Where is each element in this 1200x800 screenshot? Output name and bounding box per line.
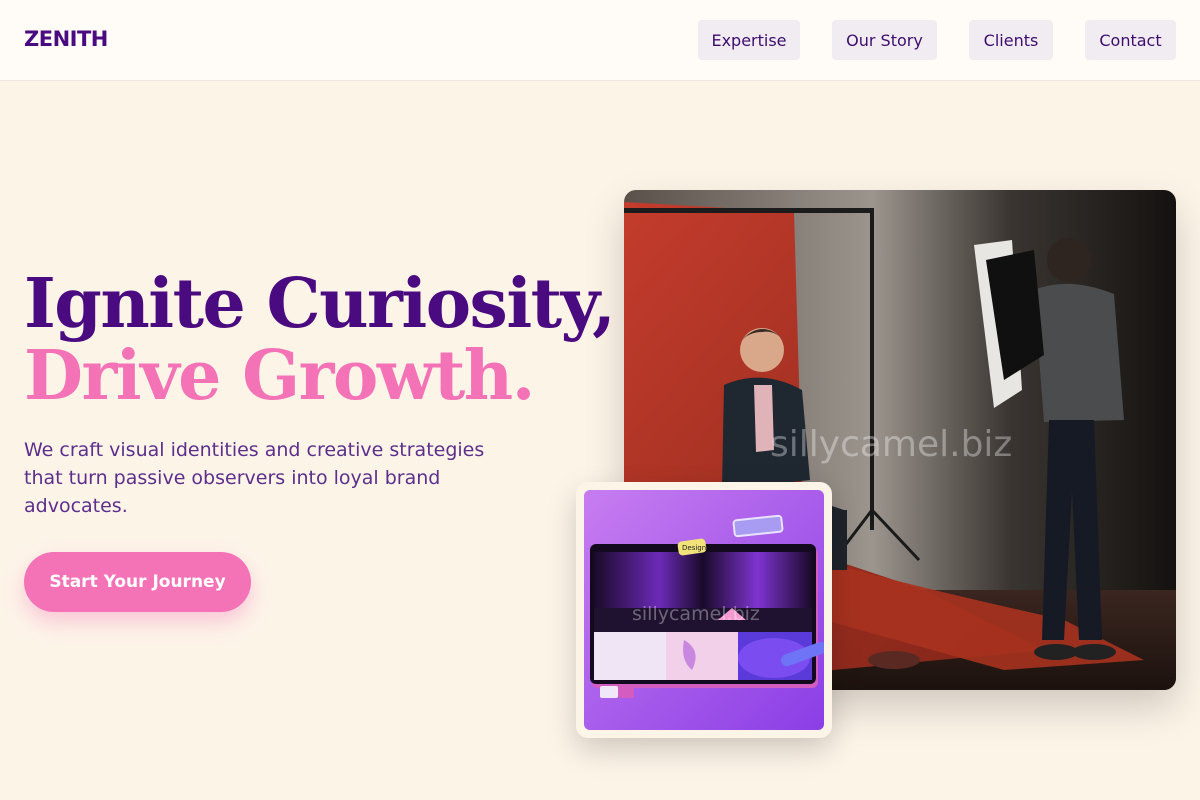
- site-header: ZENITH Expertise Our Story Clients Conta…: [0, 0, 1200, 81]
- hero-title-line2: Drive Growth.: [24, 336, 535, 416]
- brand-logo[interactable]: ZENITH: [24, 27, 108, 51]
- hero-subtitle: We craft visual identities and creative …: [24, 439, 485, 517]
- hero-title: Ignite Curiosity, Drive Growth.: [24, 264, 616, 416]
- nav-expertise-button[interactable]: Expertise: [698, 20, 800, 60]
- design-sticker-label: Design: [682, 544, 706, 552]
- nav-clients-button[interactable]: Clients: [969, 20, 1053, 60]
- design-mockup-card: Design sillycamel.biz: [576, 482, 832, 738]
- studio-photo-watermark: sillycamel.biz: [770, 424, 1012, 465]
- nav-contact-button[interactable]: Contact: [1085, 20, 1176, 60]
- design-mockup-illustration: Design sillycamel.biz: [584, 490, 824, 730]
- design-mockup-watermark: sillycamel.biz: [632, 603, 760, 625]
- nav-our-story-button[interactable]: Our Story: [832, 20, 937, 60]
- hero-title-line1: Ignite Curiosity,: [24, 264, 616, 344]
- start-journey-button[interactable]: Start Your Journey: [24, 552, 251, 612]
